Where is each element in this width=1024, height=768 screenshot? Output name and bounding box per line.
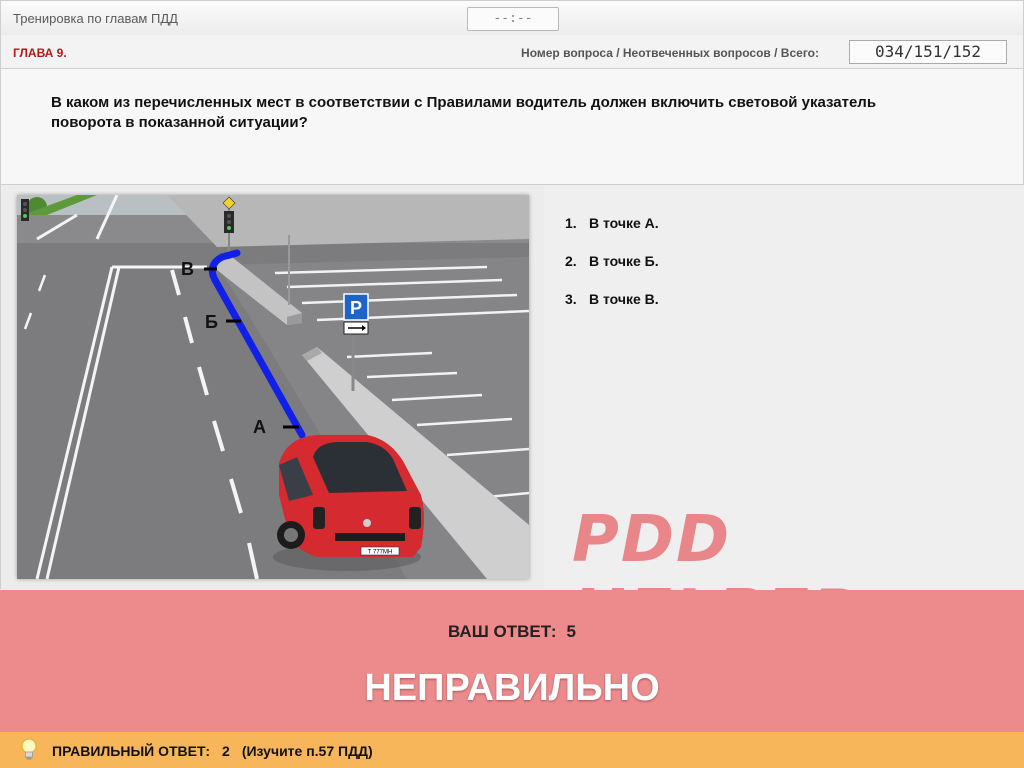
timer-display: --:--: [467, 7, 559, 31]
question-counter: 034/151/152: [849, 40, 1007, 64]
verdict-text: НЕПРАВИЛЬНО: [364, 667, 660, 709]
point-label-v: В: [181, 259, 194, 279]
correct-answer-bar: ПРАВИЛЬНЫЙ ОТВЕТ: 2 (Изучите п.57 ПДД): [0, 732, 1024, 768]
your-answer: ВАШ ОТВЕТ: 5: [0, 622, 1024, 642]
your-answer-value: 5: [566, 622, 577, 641]
answer-number: 1.: [565, 215, 577, 231]
question-text: В каком из перечисленных мест в соответс…: [51, 94, 877, 131]
point-label-b: Б: [205, 312, 218, 332]
answer-option-1[interactable]: 1. В точке А.: [565, 215, 659, 231]
answer-option-2[interactable]: 2. В точке Б.: [565, 253, 659, 269]
answer-number: 3.: [565, 291, 577, 307]
question-area: В каком из перечисленных мест в соответс…: [0, 69, 1024, 185]
answer-text: В точке А.: [589, 215, 659, 231]
result-panel: ВАШ ОТВЕТ: 5 НЕПРАВИЛЬНО: [0, 590, 1024, 732]
correct-answer-label: ПРАВИЛЬНЫЙ ОТВЕТ:: [52, 743, 211, 759]
answer-option-3[interactable]: 3. В точке В.: [565, 291, 659, 307]
point-label-a: А: [253, 417, 266, 437]
answer-number: 2.: [565, 253, 577, 269]
your-answer-label: ВАШ ОТВЕТ:: [447, 622, 557, 641]
answer-text: В точке В.: [589, 291, 659, 307]
image-pane: P А Б В Т 777МН: [0, 185, 545, 589]
question-image: P А Б В Т 777МН: [17, 195, 529, 579]
chapter-label: ГЛАВА 9.: [13, 46, 67, 60]
question-counter-label: Номер вопроса / Неотвеченных вопросов / …: [521, 46, 819, 60]
title-bar: Тренировка по главам ПДД --:--: [0, 0, 1024, 36]
license-plate: Т 777МН: [368, 550, 393, 556]
answer-text: В точке Б.: [589, 253, 659, 269]
study-hint: (Изучите п.57 ПДД): [241, 743, 373, 759]
correct-answer-value: 2: [222, 743, 230, 759]
lightbulb-icon: [21, 738, 37, 760]
app-title: Тренировка по главам ПДД: [13, 11, 178, 26]
chapter-bar: ГЛАВА 9. Номер вопроса / Неотвеченных во…: [0, 35, 1024, 69]
correct-answer: ПРАВИЛЬНЫЙ ОТВЕТ: 2 (Изучите п.57 ПДД): [52, 743, 385, 759]
parking-sign-letter: P: [350, 298, 362, 318]
